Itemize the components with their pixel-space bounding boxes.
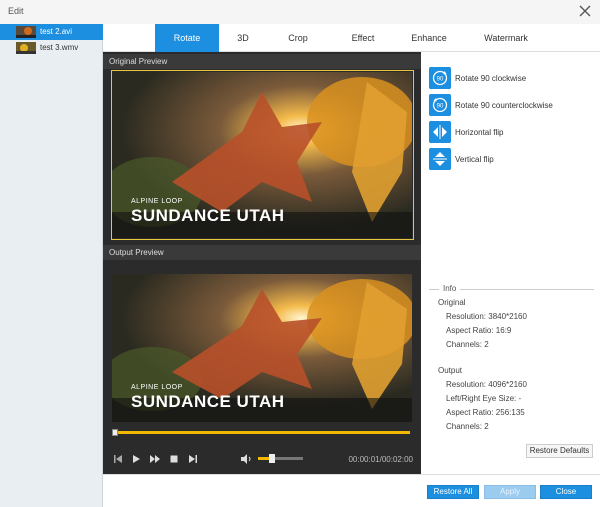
- window-title: Edit: [8, 6, 24, 16]
- tab-bar: Rotate 3D Crop Effect Enhance Watermark: [103, 24, 600, 52]
- seek-bar[interactable]: [112, 431, 410, 434]
- horizontal-flip-button[interactable]: Horizontal flip: [429, 121, 599, 143]
- info-group: Info Original Resolution: 3840*2160 Aspe…: [429, 284, 594, 437]
- file-name: test 3.wmv: [40, 43, 79, 52]
- tab-enhance[interactable]: Enhance: [399, 24, 459, 52]
- original-preview-header: Original Preview: [103, 54, 421, 69]
- rotate-clockwise-icon: 90: [429, 67, 451, 89]
- action-label: Rotate 90 clockwise: [455, 74, 527, 83]
- video-thumbnail: [16, 26, 36, 38]
- file-name: test 2.avi: [40, 27, 73, 36]
- rotate-options-panel: 90 Rotate 90 clockwise 90 Rotate 90 coun…: [421, 52, 600, 474]
- original-aspect-ratio: Aspect Ratio: 16:9: [446, 326, 512, 335]
- file-item[interactable]: test 3.wmv: [0, 40, 103, 56]
- restore-all-button[interactable]: Restore All: [427, 485, 479, 499]
- video-caption-small: ALPINE LOOP: [131, 198, 183, 205]
- skip-back-icon[interactable]: [111, 452, 125, 466]
- video-thumbnail: [16, 42, 36, 54]
- fast-forward-icon[interactable]: [148, 452, 162, 466]
- video-caption-small: ALPINE LOOP: [131, 384, 183, 391]
- close-icon[interactable]: [576, 2, 594, 20]
- volume-icon[interactable]: [239, 452, 253, 466]
- output-eye-size: Left/Right Eye Size: -: [446, 394, 522, 403]
- svg-text:90: 90: [437, 104, 444, 110]
- action-label: Vertical flip: [455, 155, 494, 164]
- tab-rotate[interactable]: Rotate: [155, 24, 219, 52]
- restore-defaults-button[interactable]: Restore Defaults: [526, 444, 593, 458]
- rotate-counterclockwise-icon: 90: [429, 94, 451, 116]
- output-resolution: Resolution: 4096*2160: [446, 380, 527, 389]
- vertical-flip-button[interactable]: Vertical flip: [429, 148, 599, 170]
- preview-panel: Original Preview ALPINE LOOP SUNDANCE UT…: [103, 52, 421, 474]
- volume-handle[interactable]: [269, 454, 275, 463]
- svg-text:90: 90: [437, 77, 444, 83]
- tab-effect[interactable]: Effect: [333, 24, 393, 52]
- playback-time: 00:00:01/00:02:00: [348, 455, 413, 464]
- action-label: Horizontal flip: [455, 128, 504, 137]
- file-item[interactable]: test 2.avi: [0, 24, 103, 40]
- output-preview-frame: ALPINE LOOP SUNDANCE UTAH: [112, 274, 412, 422]
- output-channels: Channels: 2: [446, 422, 489, 431]
- playback-controls: 00:00:01/00:02:00: [103, 448, 421, 470]
- horizontal-flip-icon: [429, 121, 451, 143]
- action-label: Rotate 90 counterclockwise: [455, 101, 553, 110]
- seek-handle[interactable]: [112, 429, 118, 436]
- video-caption-title: SUNDANCE UTAH: [131, 206, 285, 225]
- tab-watermark[interactable]: Watermark: [471, 24, 541, 52]
- info-legend: Info: [439, 284, 461, 293]
- skip-forward-icon[interactable]: [186, 452, 200, 466]
- dialog-footer: Restore All Apply Close: [103, 474, 600, 507]
- output-preview-header: Output Preview: [103, 245, 421, 260]
- rotate-clockwise-button[interactable]: 90 Rotate 90 clockwise: [429, 67, 599, 89]
- tab-3d[interactable]: 3D: [221, 24, 265, 52]
- output-aspect-ratio: Aspect Ratio: 256:135: [446, 408, 525, 417]
- tab-crop[interactable]: Crop: [273, 24, 323, 52]
- stop-icon[interactable]: [167, 452, 181, 466]
- original-preview-frame: ALPINE LOOP SUNDANCE UTAH: [112, 72, 412, 238]
- title-bar: Edit: [0, 0, 600, 24]
- file-list: test 2.avi test 3.wmv: [0, 24, 103, 507]
- close-button[interactable]: Close: [540, 485, 592, 499]
- original-resolution: Resolution: 3840*2160: [446, 312, 527, 321]
- play-icon[interactable]: [129, 452, 143, 466]
- rotate-counterclockwise-button[interactable]: 90 Rotate 90 counterclockwise: [429, 94, 599, 116]
- original-channels: Channels: 2: [446, 340, 489, 349]
- info-output-heading: Output: [438, 366, 463, 375]
- video-caption-title: SUNDANCE UTAH: [131, 392, 285, 411]
- apply-button[interactable]: Apply: [484, 485, 536, 499]
- info-original-heading: Original: [438, 298, 466, 307]
- vertical-flip-icon: [429, 148, 451, 170]
